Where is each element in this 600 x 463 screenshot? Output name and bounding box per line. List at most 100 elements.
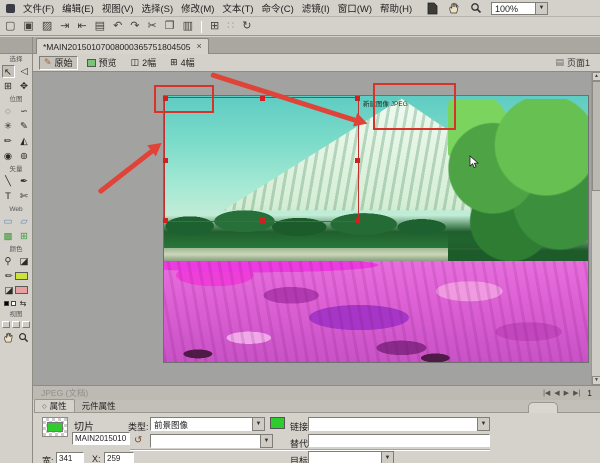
zoom-tool-icon[interactable] <box>469 2 483 15</box>
align-button[interactable]: ∷ <box>227 21 234 32</box>
preview-view-button[interactable]: 预览 <box>82 56 122 70</box>
menu-text[interactable]: 文本(T) <box>222 1 253 15</box>
polygon-hotspot-tool-icon[interactable]: ▱ <box>18 215 31 228</box>
eyedropper-tool-icon[interactable]: ⚲ <box>2 255 15 268</box>
tab-symbol-properties[interactable]: 元件属性 <box>75 399 123 412</box>
slice-name-input[interactable] <box>72 432 130 445</box>
rotate-button[interactable]: ↻ <box>242 21 251 32</box>
line-tool-icon[interactable]: ╲ <box>2 175 15 188</box>
zoom-level-dropdown[interactable]: 100% ▼ <box>491 1 548 15</box>
dropdown-arrow-icon[interactable]: ▼ <box>252 417 265 431</box>
slice-handle-bottom-center[interactable] <box>260 218 265 223</box>
two-up-view-button[interactable]: ◫ 2幅 <box>126 56 162 70</box>
menu-view[interactable]: 视图(V) <box>102 1 134 15</box>
scroll-up-icon[interactable]: ▲ <box>592 72 600 81</box>
menu-help[interactable]: 帮助(H) <box>380 1 412 15</box>
menu-window[interactable]: 窗口(W) <box>338 1 372 15</box>
previous-frame-button[interactable]: ◀ <box>554 389 559 397</box>
next-frame-button[interactable]: ▶ <box>564 389 569 397</box>
close-tab-icon[interactable]: × <box>196 42 201 51</box>
scroll-down-icon[interactable]: ▼ <box>592 376 600 385</box>
paste-button[interactable]: ▥ <box>183 21 193 32</box>
menu-select[interactable]: 选择(S) <box>141 1 173 15</box>
hand-tool-icon[interactable] <box>3 332 14 346</box>
slice-handle-middle-right[interactable] <box>355 158 360 163</box>
brush-tool-icon[interactable]: ✎ <box>18 120 31 133</box>
tab-properties[interactable]: ◇ 属性 <box>34 399 75 412</box>
knife-tool-icon[interactable]: ✄ <box>18 190 31 203</box>
document-icon[interactable] <box>425 2 439 15</box>
swap-colors-button[interactable]: ⇆ <box>18 297 28 310</box>
import-button[interactable]: ⇥ <box>60 21 69 32</box>
export-button[interactable]: ⇤ <box>77 21 86 32</box>
zoom-dropdown-arrow-icon[interactable]: ▼ <box>535 1 548 15</box>
curve-arrow-icon[interactable]: ↺ <box>134 435 142 446</box>
slice-type-dropdown[interactable]: 前景图像 ▼ <box>150 417 265 431</box>
vertical-scrollbar[interactable]: ▲ ▼ <box>591 72 600 385</box>
text-tool-icon[interactable]: T <box>2 190 15 203</box>
page-indicator[interactable]: ▤ 页面1 <box>555 56 590 69</box>
hand-tool-icon[interactable] <box>447 2 461 15</box>
url-history-dropdown[interactable]: ▼ <box>150 434 273 448</box>
canvas-area[interactable]: 新建图像 JPEG <box>33 72 591 385</box>
link-dropdown[interactable]: ▼ <box>308 417 490 431</box>
no-color-button[interactable] <box>11 300 16 306</box>
menu-commands[interactable]: 命令(C) <box>262 1 294 15</box>
crop-tool-icon[interactable]: ✥ <box>18 80 31 93</box>
open-button[interactable]: ▨ <box>42 21 52 32</box>
four-up-view-button[interactable]: ⊞ 4幅 <box>165 56 200 70</box>
pencil-tool-icon[interactable]: ✏ <box>2 135 15 148</box>
dropdown-arrow-icon[interactable]: ▼ <box>381 451 394 463</box>
save-button[interactable]: ▣ <box>23 21 33 32</box>
slice-handle-top-center[interactable] <box>260 96 265 101</box>
image-size-button[interactable]: ⊞ <box>210 21 219 32</box>
redo-button[interactable]: ↷ <box>130 21 139 32</box>
menu-filters[interactable]: 滤镜(I) <box>302 1 330 15</box>
alt-text-input[interactable] <box>308 434 490 447</box>
magic-wand-tool-icon[interactable]: ✳ <box>2 120 15 133</box>
slice-handle-middle-left[interactable] <box>163 158 168 163</box>
original-view-button[interactable]: ✎ 原始 <box>39 55 78 70</box>
slice-tool-icon[interactable]: ▩ <box>2 230 15 243</box>
x-input[interactable] <box>104 452 134 463</box>
rectangle-hotspot-tool-icon[interactable]: ▭ <box>2 215 15 228</box>
cut-button[interactable]: ✂ <box>148 21 157 32</box>
selected-slice[interactable] <box>163 96 360 223</box>
scale-tool-icon[interactable]: ⊞ <box>2 80 15 93</box>
target-dropdown[interactable]: ▼ <box>308 451 394 463</box>
menu-edit[interactable]: 编辑(E) <box>62 1 94 15</box>
default-colors-button[interactable] <box>4 300 9 306</box>
dropdown-arrow-icon[interactable]: ▼ <box>260 434 273 448</box>
slice-color-well[interactable] <box>270 417 285 429</box>
menu-file[interactable]: 文件(F) <box>23 1 54 15</box>
undo-button[interactable]: ↶ <box>113 21 122 32</box>
last-frame-button[interactable]: ▶| <box>573 389 580 397</box>
select-behind-tool-icon[interactable]: ◁ <box>18 65 31 78</box>
panel-grip[interactable] <box>528 402 558 413</box>
slice-handle-bottom-left[interactable] <box>163 218 168 223</box>
print-button[interactable]: ▤ <box>95 21 105 32</box>
slice-handle-top-right[interactable] <box>355 96 360 101</box>
marquee-tool-icon[interactable]: ◌ <box>2 105 15 118</box>
dropdown-arrow-icon[interactable]: ▼ <box>477 417 490 431</box>
document-tab[interactable]: *MAIN20150107008000365751804505 × <box>36 38 209 54</box>
polygon-slice-tool-icon[interactable]: ⊞ <box>18 230 31 243</box>
zoom-tool-icon[interactable] <box>18 332 29 346</box>
width-input[interactable] <box>56 452 84 463</box>
copy-button[interactable]: ❐ <box>165 21 175 32</box>
rubber-stamp-tool-icon[interactable]: ⊚ <box>18 150 31 163</box>
stroke-color-well[interactable] <box>15 272 28 280</box>
pointer-tool-icon[interactable]: ↖ <box>1 65 15 78</box>
lasso-tool-icon[interactable]: ∽ <box>18 105 31 118</box>
full-screen-with-menus-button[interactable] <box>12 321 20 328</box>
first-frame-button[interactable]: |◀ <box>543 389 550 397</box>
eraser-tool-icon[interactable]: ◭ <box>18 135 31 148</box>
menu-modify[interactable]: 修改(M) <box>181 1 214 15</box>
paint-bucket-tool-icon[interactable]: ◪ <box>18 255 31 268</box>
new-button[interactable]: ▢ <box>5 21 15 32</box>
full-screen-button[interactable] <box>22 321 30 328</box>
fill-color-well[interactable] <box>15 286 28 294</box>
standard-screen-button[interactable] <box>2 321 10 328</box>
scrollbar-thumb[interactable] <box>592 81 600 191</box>
blur-tool-icon[interactable]: ◉ <box>2 150 15 163</box>
